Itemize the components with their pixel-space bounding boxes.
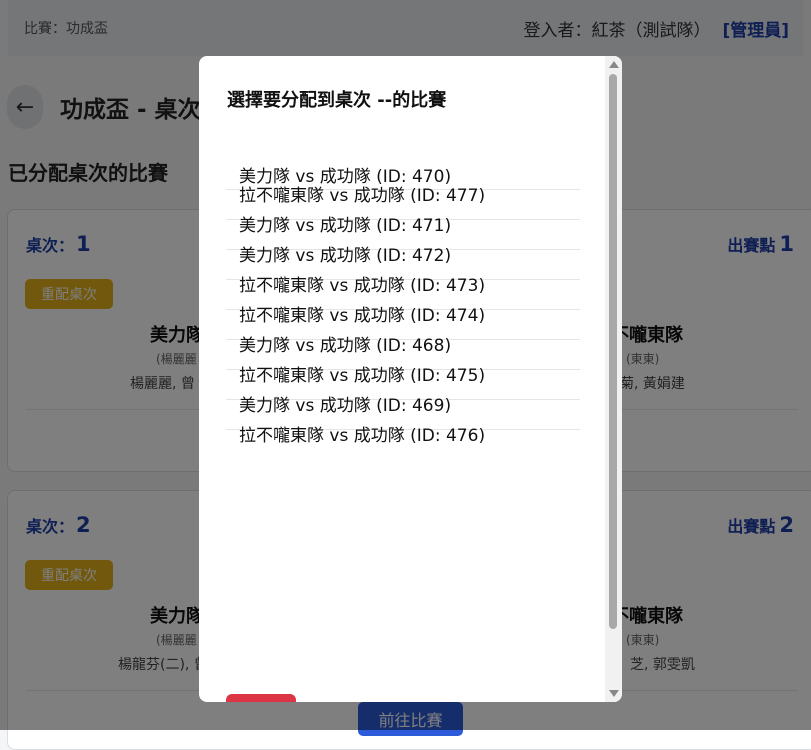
modal-title: 選擇要分配到桌次 --的比賽 <box>227 90 447 111</box>
assign-match-modal: 選擇要分配到桌次 --的比賽 美力隊 vs 成功隊 (ID: 470) 拉不嚨東… <box>199 56 622 702</box>
scroll-up-icon[interactable] <box>609 61 619 68</box>
match-list: 美力隊 vs 成功隊 (ID: 470) 拉不嚨東隊 vs 成功隊 (ID: 4… <box>226 160 580 460</box>
modal-scrollbar[interactable] <box>605 56 622 702</box>
scroll-down-icon[interactable] <box>609 690 619 697</box>
close-modal-button[interactable] <box>226 694 296 702</box>
scrollbar-thumb[interactable] <box>609 74 617 629</box>
